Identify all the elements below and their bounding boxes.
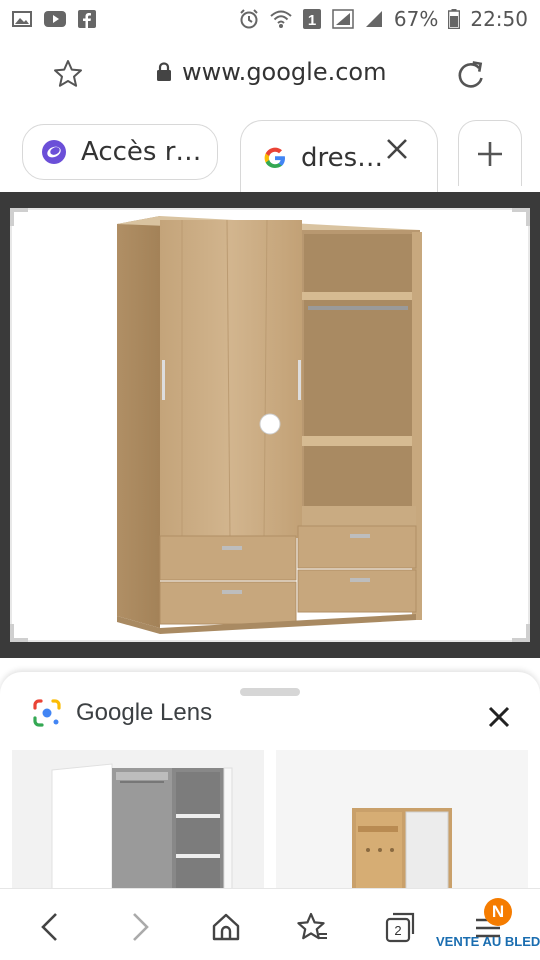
result-thumbnail [276,750,528,892]
youtube-icon [44,11,66,27]
crop-handle-bottom-left[interactable] [10,624,28,642]
tab-label: dres… [301,142,384,173]
crop-handle-bottom-right[interactable] [512,624,530,642]
result-card[interactable] [276,750,528,892]
bookmarks-button[interactable] [292,907,332,947]
lens-title: Google Lens [76,699,213,726]
tab-label: Accès r… [81,137,202,167]
watermark-text: VENTE AU BLED [436,934,540,949]
tabs-icon: 2 [385,912,415,943]
bookmark-star-button[interactable] [50,56,86,92]
close-icon[interactable] [383,135,411,163]
battery-icon [448,9,461,29]
chevron-right-icon [133,913,149,941]
result-thumbnail [12,750,264,892]
lens-results-sheet: Google Lens [0,672,540,892]
reload-button[interactable] [452,56,490,94]
drag-handle[interactable] [240,688,300,696]
home-button[interactable] [206,907,246,947]
url-field[interactable]: www.google.com [156,58,386,86]
wardrobe-image [117,216,422,634]
bookmarks-star-icon [297,912,327,940]
back-button[interactable] [30,907,70,947]
gallery-icon [12,11,32,27]
star-icon [54,60,82,87]
alarm-icon [238,8,260,30]
bottom-navigation: 2 [0,888,540,960]
tab-count: 2 [394,923,401,938]
sim-label: 1 [308,12,316,29]
address-bar: www.google.com [0,44,540,102]
forward-button[interactable] [120,907,160,947]
lens-header: Google Lens [32,698,212,728]
signal-icon-1 [332,9,354,29]
reload-icon [458,61,483,88]
home-icon [212,913,240,941]
new-tab-button[interactable] [458,120,522,186]
samsung-internet-icon [42,140,66,164]
battery-percent: 67% [393,7,439,31]
close-icon[interactable] [484,702,514,732]
sim-icon: 1 [302,8,322,30]
result-card[interactable] [12,750,264,892]
image-viewer [0,192,540,658]
tabs-button[interactable]: 2 [380,907,420,947]
tab-acces-rapide[interactable]: Accès r… [22,124,218,180]
google-g-icon [264,147,285,168]
signal-icon-2 [364,9,384,29]
facebook-icon [78,10,96,28]
notification-badge: N [484,898,512,926]
wifi-icon [270,9,292,29]
lens-selection-frame[interactable] [10,208,530,642]
plus-icon [478,141,502,166]
chevron-left-icon [41,913,57,941]
tab-google-search[interactable]: dres… [240,120,438,194]
crop-handle-top-right[interactable] [512,208,530,226]
tab-strip: Accès r… dres… [0,118,540,194]
crop-handle-top-left[interactable] [10,208,28,226]
clock: 22:50 [470,7,528,31]
status-bar: 1 67% 22:50 [0,0,540,38]
google-lens-icon [33,699,61,727]
lock-icon [157,62,171,81]
url-text: www.google.com [182,58,387,86]
